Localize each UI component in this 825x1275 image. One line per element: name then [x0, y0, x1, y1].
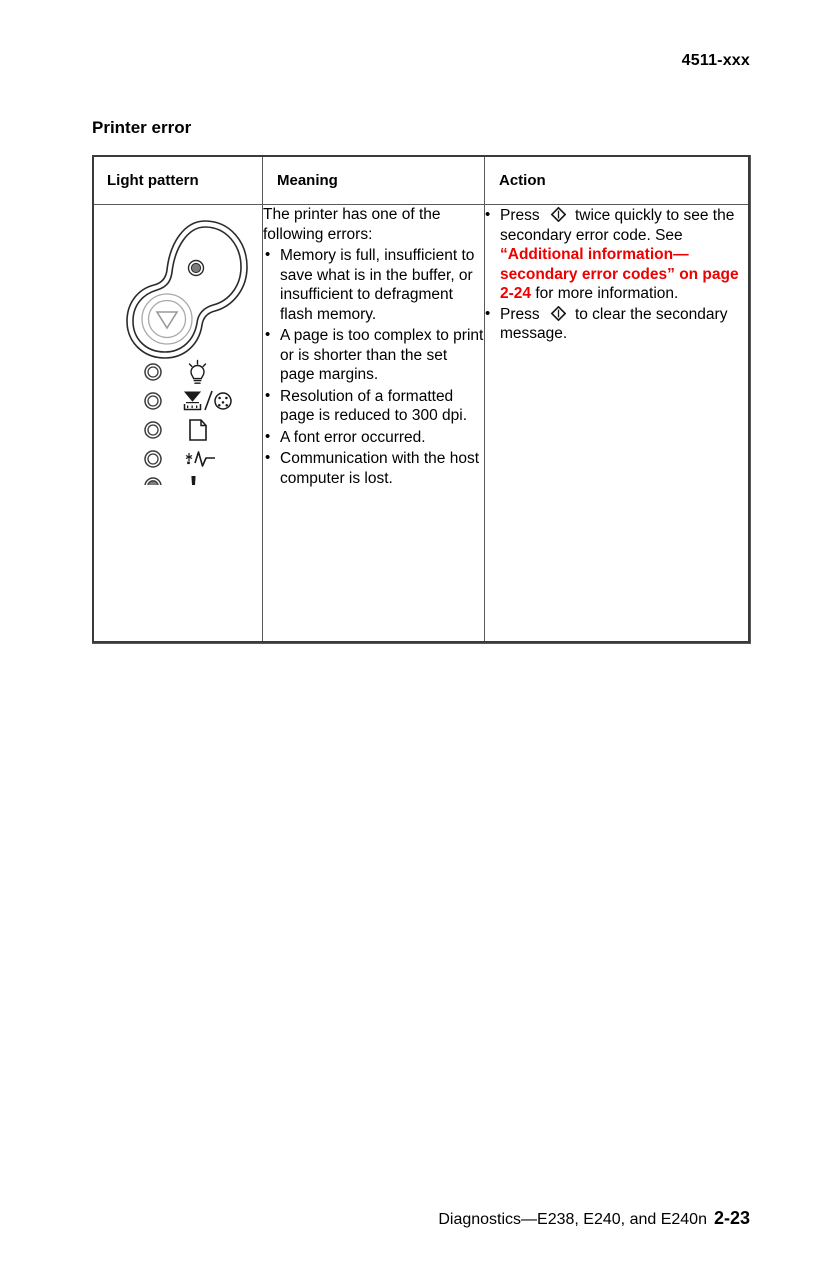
list-item: Memory is full, insufficient to save wha… [263, 245, 484, 324]
meaning-bullet-list: Memory is full, insufficient to save wha… [263, 245, 484, 488]
cell-light-pattern [92, 204, 263, 644]
action-press-label-1: Press [500, 207, 540, 224]
indicator-row-paper-jam [144, 419, 207, 441]
column-header-light-pattern: Light pattern [92, 155, 263, 205]
list-item: Resolution of a formatted page is reduce… [263, 386, 484, 426]
indicator-row-error [144, 476, 196, 485]
column-header-meaning: Meaning [262, 155, 485, 205]
cell-meaning: The printer has one of the following err… [262, 204, 485, 644]
indicator-row-press-button [144, 450, 215, 468]
meaning-intro-text: The printer has one of the following err… [263, 206, 441, 243]
action-press-label-2: Press [500, 305, 540, 323]
panel-continue-button [141, 293, 193, 345]
panel-status-led [187, 259, 205, 277]
running-header-model-code: 4511-xxx [681, 52, 750, 69]
list-item: Press to clear the secondary message. [485, 304, 750, 344]
action-text-1-tail: for more information. [535, 285, 679, 302]
page-title: Printer error [92, 118, 192, 138]
cell-action: Press twice quickly to see the secondary… [484, 204, 751, 644]
list-item: A font error occurred. [263, 427, 484, 448]
table-row: The printer has one of the following err… [92, 204, 751, 644]
list-item: Communication with the host computer is … [263, 448, 484, 488]
footer-chapter-label: Diagnostics—E238, E240, and E240n [438, 1211, 707, 1228]
operator-panel-illustration [107, 215, 257, 485]
column-header-action: Action [484, 155, 751, 205]
footer-page-number: 2-23 [713, 1208, 750, 1228]
continue-button-diamond-icon [550, 207, 566, 222]
continue-button-diamond-icon [550, 305, 566, 321]
printer-error-table: Light pattern Meaning Action The printer… [92, 155, 751, 644]
indicator-row-load-paper-toner [144, 390, 232, 411]
table-header-row: Light pattern Meaning Action [92, 155, 751, 205]
indicator-row-ready [144, 359, 207, 384]
page-footer: Diagnostics—E238, E240, and E240n 2-23 [438, 1208, 750, 1229]
list-item: A page is too complex to print or is sho… [263, 325, 484, 385]
list-item: Press twice quickly to see the secondary… [485, 205, 750, 304]
action-bullet-list: Press twice quickly to see the secondary… [485, 205, 750, 344]
